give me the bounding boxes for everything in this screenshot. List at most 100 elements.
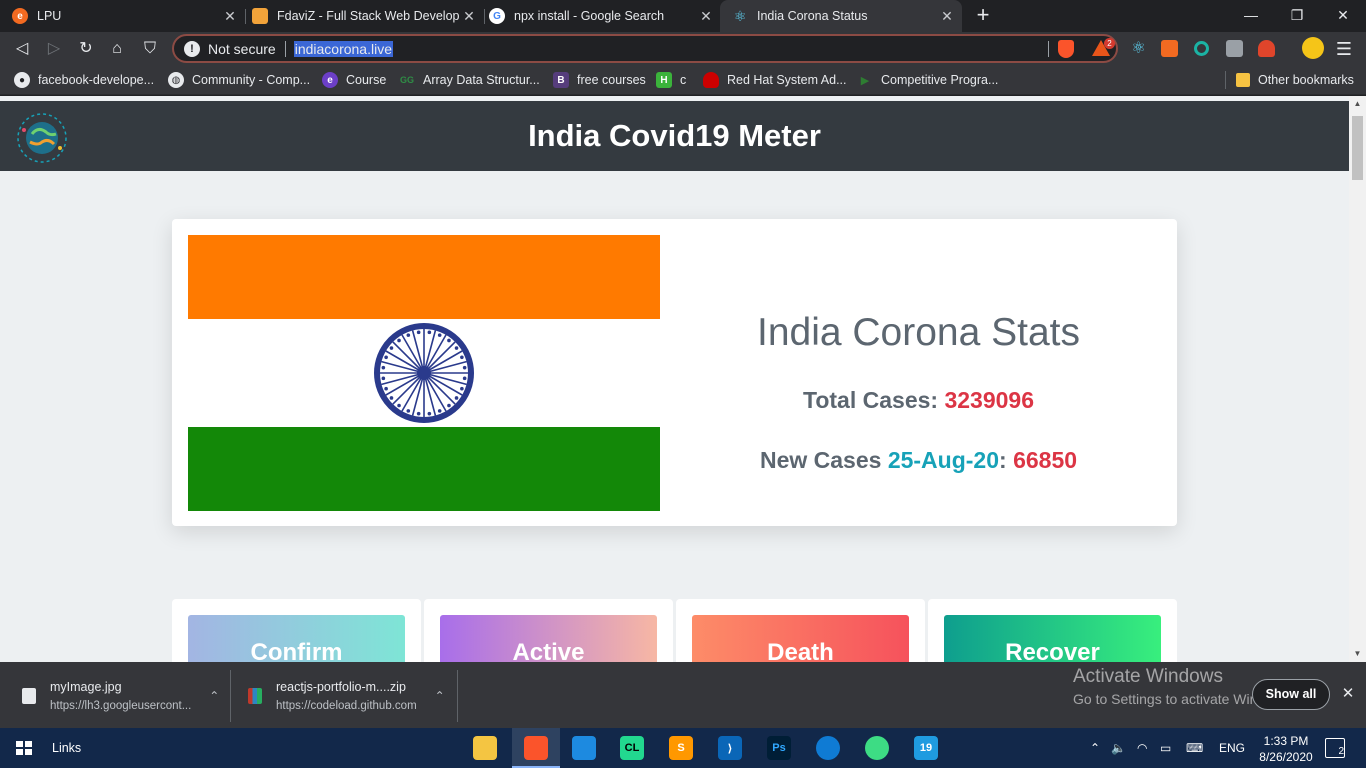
reload-icon[interactable]: ↻ [73, 36, 99, 62]
edge-icon[interactable] [816, 736, 840, 760]
chevron-up-icon[interactable]: ⌃ [209, 689, 219, 703]
chakra-dot [437, 409, 442, 413]
globe-logo-icon [17, 113, 67, 163]
chakra-dot [416, 411, 421, 416]
new-cases: New Cases 25-Aug-20: 66850 [660, 447, 1177, 474]
close-tab-icon[interactable]: ✕ [697, 8, 715, 25]
react-devtools-icon[interactable]: ⚛ [1130, 40, 1147, 57]
download-item[interactable]: myImage.jpg https://lh3.googleusercont..… [22, 670, 219, 722]
recover-tile[interactable]: Recover [944, 615, 1161, 662]
battery-icon[interactable]: ▭ [1160, 728, 1171, 768]
tab-strip: e LPU ✕ FdaviZ - Full Stack Web Develope… [0, 0, 1366, 32]
tab-fdaviz[interactable]: FdaviZ - Full Stack Web Developer ✕ [240, 0, 484, 32]
back-icon[interactable]: ◁ [9, 36, 35, 62]
chakra-dot [437, 333, 442, 337]
vscode-icon[interactable]: ⟩ [718, 736, 742, 760]
app-19-icon[interactable]: 19 [914, 736, 938, 760]
tab-title: npx install - Google Search [514, 9, 665, 23]
bookmark-item[interactable]: e Course [322, 71, 386, 89]
download-filename: myImage.jpg [50, 680, 122, 694]
tab-title: LPU [37, 9, 62, 23]
page-scrollbar[interactable]: ▲ ▼ [1349, 96, 1366, 662]
chakra-dot [462, 365, 467, 370]
android-studio-icon[interactable] [865, 736, 889, 760]
file-explorer-icon[interactable] [473, 736, 497, 760]
close-tab-icon[interactable]: ✕ [460, 8, 478, 25]
photoshop-icon[interactable]: Ps [767, 736, 791, 760]
volume-icon[interactable]: 🔈 [1111, 728, 1126, 768]
scroll-up-icon[interactable]: ▲ [1349, 96, 1366, 112]
bookmark-label: facebook-develope... [38, 73, 155, 87]
hackerrank-icon: H [656, 72, 672, 88]
bookmark-item[interactable]: ◍ Community - Comp... [168, 71, 310, 89]
death-card: Death [676, 599, 925, 662]
extension-icon[interactable] [1226, 40, 1243, 57]
rewards-badge: 2 [1104, 38, 1115, 49]
bookmark-item[interactable]: Red Hat System Ad... [703, 71, 847, 89]
keyboard-icon[interactable]: ⌨ [1186, 728, 1203, 768]
bookmark-label: free courses [577, 73, 646, 87]
close-tab-icon[interactable]: ✕ [938, 8, 956, 25]
image-file-icon [22, 688, 36, 704]
brave-shields-icon[interactable] [1058, 40, 1074, 58]
menu-icon[interactable]: ☰ [1331, 36, 1357, 62]
chevron-up-icon[interactable]: ⌃ [435, 689, 445, 703]
recover-card: Recover [928, 599, 1177, 662]
close-tab-icon[interactable]: ✕ [221, 8, 239, 25]
stats-card: India Corona Stats Total Cases: 3239096 … [172, 219, 1177, 526]
bookmark-item[interactable]: B free courses [553, 71, 646, 89]
zip-file-icon [248, 688, 262, 704]
new-cases-separator: : [999, 447, 1014, 473]
extension-icon[interactable] [1194, 41, 1209, 56]
new-tab-button[interactable]: + [970, 3, 996, 29]
download-item[interactable]: reactjs-portfolio-m....zip https://codel… [248, 670, 445, 722]
brave-browser-icon[interactable] [524, 736, 548, 760]
active-tile[interactable]: Active [440, 615, 657, 662]
scroll-thumb[interactable] [1352, 116, 1363, 180]
minimize-button[interactable]: — [1228, 0, 1274, 30]
tab-google-search[interactable]: G npx install - Google Search ✕ [477, 0, 721, 32]
extension-icon[interactable] [1161, 40, 1178, 57]
bookmark-item[interactable]: ▶ Competitive Progra... [857, 71, 999, 89]
bookmark-item[interactable]: H c [656, 71, 686, 89]
links-toolbar[interactable]: Links [52, 728, 81, 768]
chakra-dot [406, 333, 411, 337]
bookmark-item[interactable]: GG Array Data Structur... [399, 71, 540, 89]
sublime-text-icon[interactable]: S [669, 736, 693, 760]
system-clock[interactable]: 1:33 PM 8/26/2020 [1255, 733, 1317, 765]
profile-avatar[interactable] [1302, 37, 1324, 59]
security-label[interactable]: Not secure [208, 41, 276, 57]
home-icon[interactable]: ⌂ [104, 36, 130, 62]
bookmark-icon[interactable]: ⛉ [137, 36, 163, 62]
chevron-up-icon[interactable]: ⌃ [1090, 728, 1100, 768]
tab-india-corona-status[interactable]: ⚛ India Corona Status ✕ [720, 0, 962, 32]
extension-icon[interactable] [1258, 40, 1275, 57]
death-tile[interactable]: Death [692, 615, 909, 662]
other-bookmarks[interactable]: Other bookmarks [1236, 71, 1354, 89]
address-bar[interactable]: ! Not secure indiacorona.live 2 [172, 34, 1118, 63]
chakra-dot [389, 346, 394, 350]
notification-center-icon[interactable]: 2 [1325, 738, 1345, 758]
show-all-button[interactable]: Show all [1252, 679, 1330, 710]
chakra-dot [460, 355, 464, 360]
info-icon[interactable]: ! [184, 40, 200, 57]
clion-icon[interactable]: CL [620, 736, 644, 760]
url-text[interactable]: indiacorona.live [293, 40, 393, 57]
bookmark-label: Course [346, 73, 387, 87]
tab-lpu[interactable]: e LPU ✕ [0, 0, 245, 32]
forward-icon[interactable]: ▷ [41, 36, 67, 62]
chakra-dot [416, 330, 421, 335]
maximize-button[interactable]: ❐ [1274, 0, 1320, 30]
new-cases-value: 66850 [1013, 447, 1078, 473]
close-shelf-icon[interactable]: ✕ [1338, 684, 1358, 704]
bookmark-item[interactable]: ● facebook-develope... [14, 71, 154, 89]
remote-desktop-icon[interactable] [572, 736, 596, 760]
windows-start-icon[interactable] [16, 741, 32, 755]
bookmark-label: c [680, 73, 687, 87]
scroll-down-icon[interactable]: ▼ [1349, 646, 1366, 662]
wifi-icon[interactable]: ◠ [1137, 728, 1147, 768]
confirm-tile[interactable]: Confirm [188, 615, 405, 662]
close-window-button[interactable]: ✕ [1320, 0, 1366, 30]
india-flag-image [188, 235, 660, 511]
language-indicator[interactable]: ENG [1219, 728, 1245, 768]
